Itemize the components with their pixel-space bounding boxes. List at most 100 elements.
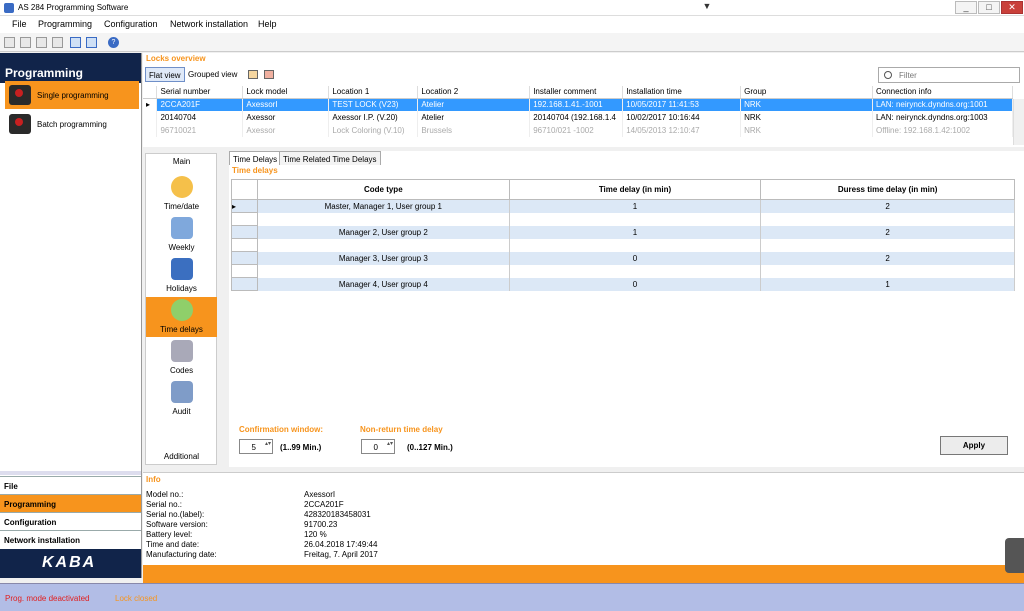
nav-configuration[interactable]: Configuration	[0, 512, 141, 530]
col-duress-delay[interactable]: Duress time delay (in min)	[760, 179, 1015, 200]
col-code-type[interactable]: Code type	[256, 179, 510, 200]
func-holidays-label: Holidays	[166, 284, 197, 293]
open-icon[interactable]	[20, 37, 31, 48]
cell[interactable]: 0	[509, 251, 762, 265]
func-audit[interactable]: Audit	[146, 379, 217, 419]
info-value: 91700.23	[304, 520, 338, 529]
help-icon[interactable]: ?	[108, 37, 119, 48]
close-button[interactable]: ✕	[1001, 1, 1023, 14]
apply-button[interactable]: Apply	[940, 436, 1008, 455]
cell: NRK	[740, 111, 873, 124]
nav-programming[interactable]: Programming	[0, 494, 141, 512]
maximize-button[interactable]: □	[978, 1, 1000, 14]
col-location-1[interactable]: Location 1	[328, 86, 419, 99]
delete-icon[interactable]	[52, 37, 63, 48]
cell: LAN: neirynck.dyndns.org:1001	[872, 98, 1014, 111]
kaba-logo-text: KABA	[42, 554, 97, 571]
cell: Axessor	[242, 111, 330, 124]
col-time-delay[interactable]: Time delay (in min)	[508, 179, 762, 200]
cell[interactable]: 1	[509, 225, 762, 239]
cell: Lock Coloring (V.10)	[328, 124, 419, 137]
filter-input[interactable]: Filter	[878, 67, 1020, 83]
col-serial-number[interactable]: Serial number	[156, 86, 244, 99]
cell[interactable]: 1	[509, 199, 762, 213]
weekly-calendar-icon	[171, 217, 193, 239]
locks-icon	[9, 114, 31, 134]
func-time-delays[interactable]: Time delays	[146, 297, 217, 337]
nav-network-installation[interactable]: Network installation	[0, 530, 141, 548]
menu-configuration[interactable]: Configuration	[104, 19, 158, 29]
info-value: 120 %	[304, 530, 327, 539]
locks-table: Serial number Lock model Location 1 Loca…	[143, 86, 1014, 137]
expand-icon[interactable]	[248, 70, 258, 79]
func-time-delays-label: Time delays	[160, 325, 203, 334]
batch-programming-option[interactable]: Batch programming	[5, 110, 139, 138]
col-group[interactable]: Group	[740, 86, 873, 99]
info-label: Serial no.(label):	[146, 510, 205, 519]
vertical-scrollbar[interactable]	[1013, 99, 1024, 145]
col-location-2[interactable]: Location 2	[417, 86, 531, 99]
spacer-cell	[257, 238, 510, 252]
cell[interactable]: 1	[760, 277, 1015, 291]
toolbar: ?	[0, 33, 1024, 52]
func-time-date[interactable]: Time/date	[146, 174, 217, 214]
func-holidays[interactable]: Holidays	[146, 256, 217, 296]
col-installation-time[interactable]: Installation time	[622, 86, 742, 99]
flat-view-button[interactable]: Flat view	[145, 67, 185, 82]
info-value: 2CCA201F	[304, 500, 344, 509]
export-icon[interactable]	[86, 37, 97, 48]
table-row[interactable]: Manager 2, User group 2 1 2	[231, 225, 1015, 239]
row-indicator	[231, 251, 258, 265]
cell[interactable]: 2	[760, 199, 1015, 213]
col-connection-info[interactable]: Connection info	[872, 86, 1014, 99]
collapse-icon[interactable]	[264, 70, 274, 79]
spacer-cell	[509, 212, 762, 226]
cell: NRK	[740, 98, 873, 111]
menu-file[interactable]: File	[12, 19, 27, 29]
spacer-row	[231, 238, 1015, 252]
tab-time-delays[interactable]: Time Delays	[229, 151, 282, 165]
info-label: Serial no.:	[146, 500, 183, 509]
table-row[interactable]: Manager 4, User group 4 0 1	[231, 277, 1015, 291]
col-installer-comment[interactable]: Installer comment	[529, 86, 624, 99]
nav-file[interactable]: File	[0, 476, 141, 494]
func-weekly[interactable]: Weekly	[146, 215, 217, 255]
save-icon[interactable]	[36, 37, 47, 48]
row-indicator	[231, 238, 258, 252]
cell: 96710/021 -1002	[529, 124, 624, 137]
func-codes[interactable]: Codes	[146, 338, 217, 378]
tab-time-related-delays[interactable]: Time Related Time Delays	[279, 151, 381, 165]
info-label: Model no.:	[146, 490, 184, 499]
confirmation-window-stepper[interactable]: 5	[239, 439, 273, 454]
import-icon[interactable]	[70, 37, 81, 48]
splitter[interactable]	[0, 471, 141, 475]
chevron-down-icon[interactable]: ▼	[696, 1, 718, 14]
new-icon[interactable]	[4, 37, 15, 48]
info-label: Manufacturing date:	[146, 550, 217, 559]
cell: Brussels	[417, 124, 531, 137]
single-programming-option[interactable]: Single programming	[5, 81, 139, 109]
minimize-button[interactable]: _	[955, 1, 977, 14]
non-return-stepper[interactable]: 0	[361, 439, 395, 454]
col-lock-model[interactable]: Lock model	[242, 86, 330, 99]
menu-programming[interactable]: Programming	[38, 19, 92, 29]
cell: Axessor	[242, 124, 330, 137]
cell: Manager 2, User group 2	[257, 225, 510, 239]
grouped-view-button[interactable]: Grouped view	[185, 67, 240, 82]
cell[interactable]: 2	[760, 251, 1015, 265]
func-audit-label: Audit	[172, 407, 191, 416]
table-row[interactable]: 96710021 Axessor Lock Coloring (V.10) Br…	[143, 124, 1014, 137]
cell[interactable]: 0	[509, 277, 762, 291]
table-row[interactable]: 20140704 Axessor Axessor I.P. (V.20) Ate…	[143, 111, 1014, 124]
menu-help[interactable]: Help	[258, 19, 277, 29]
window-title: AS 284 Programming Software	[18, 3, 129, 12]
table-row[interactable]: ▸ Master, Manager 1, User group 1 1 2	[231, 199, 1015, 213]
table-row[interactable]: ▸ 2CCA201F AxessorI TEST LOCK (V23) Atel…	[143, 98, 1014, 111]
cell[interactable]: 2	[760, 225, 1015, 239]
menu-network-installation[interactable]: Network installation	[170, 19, 248, 29]
table-row[interactable]: Manager 3, User group 3 0 2	[231, 251, 1015, 265]
row-indicator	[231, 277, 258, 291]
dock-tab-icon[interactable]	[1005, 538, 1024, 573]
audit-icon	[171, 381, 193, 403]
function-panel: Main Time/date Weekly Holidays Time dela…	[145, 153, 217, 465]
